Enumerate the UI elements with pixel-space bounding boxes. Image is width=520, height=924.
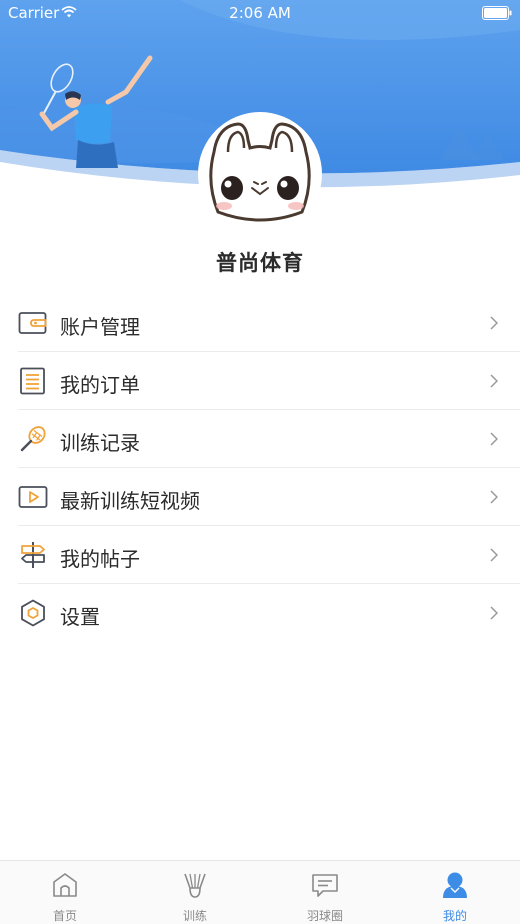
tab-label: 羽球圈 [306, 909, 343, 923]
username: 普尚体育 [216, 251, 304, 275]
status-bar: Carrier 2:06 AM [0, 0, 520, 28]
menu-item-orders[interactable]: 我的订单 [0, 352, 520, 410]
tab-training[interactable]: 训练 [130, 861, 260, 924]
chevron-right-icon [490, 490, 498, 504]
tab-home[interactable]: 首页 [0, 861, 130, 924]
menu-item-label: 最新训练短视频 [60, 489, 200, 513]
chat-bubble-icon [312, 874, 338, 897]
status-time: 2:06 AM [229, 4, 291, 22]
bottom-tab-bar: 首页 训练 羽球圈 我的 [0, 860, 520, 924]
chevron-right-icon [490, 606, 498, 620]
shuttlecock-icon [184, 873, 206, 898]
tab-label: 我的 [442, 909, 467, 923]
signpost-icon [21, 542, 45, 568]
battery-icon [482, 6, 512, 20]
user-profile-icon [443, 872, 467, 898]
menu-item-label: 设置 [60, 605, 100, 629]
chevron-right-icon [490, 374, 498, 388]
order-list-icon [20, 367, 45, 395]
menu-item-label: 训练记录 [60, 431, 140, 455]
menu-item-training-records[interactable]: 训练记录 [0, 410, 520, 468]
menu-item-settings[interactable]: 设置 [0, 584, 520, 642]
menu-item-label: 我的订单 [60, 373, 140, 397]
menu-item-label: 账户管理 [60, 315, 140, 339]
menu-item-account[interactable]: 账户管理 [0, 294, 520, 352]
chevron-right-icon [490, 316, 498, 330]
profile-header: Carrier 2:06 AM [0, 0, 520, 260]
bunny-avatar-icon [209, 122, 311, 222]
tab-community[interactable]: 羽球圈 [260, 861, 390, 924]
tab-label: 训练 [182, 909, 207, 923]
menu-item-label: 我的帖子 [60, 547, 140, 571]
wallet-icon [18, 312, 47, 334]
user-avatar[interactable] [198, 112, 322, 236]
tab-label: 首页 [52, 909, 77, 923]
video-play-icon [18, 486, 48, 508]
racket-icon [20, 426, 46, 452]
profile-menu: 账户管理 我的订单 训练记录 最新训练短视频 我的帖子 设置 [0, 294, 520, 642]
home-icon [53, 873, 77, 897]
tab-mine[interactable]: 我的 [390, 861, 520, 924]
chevron-right-icon [490, 548, 498, 562]
chevron-right-icon [490, 432, 498, 446]
menu-item-my-posts[interactable]: 我的帖子 [0, 526, 520, 584]
badminton-player-illustration [39, 55, 153, 168]
menu-item-training-videos[interactable]: 最新训练短视频 [0, 468, 520, 526]
settings-hexagon-icon [21, 599, 45, 627]
